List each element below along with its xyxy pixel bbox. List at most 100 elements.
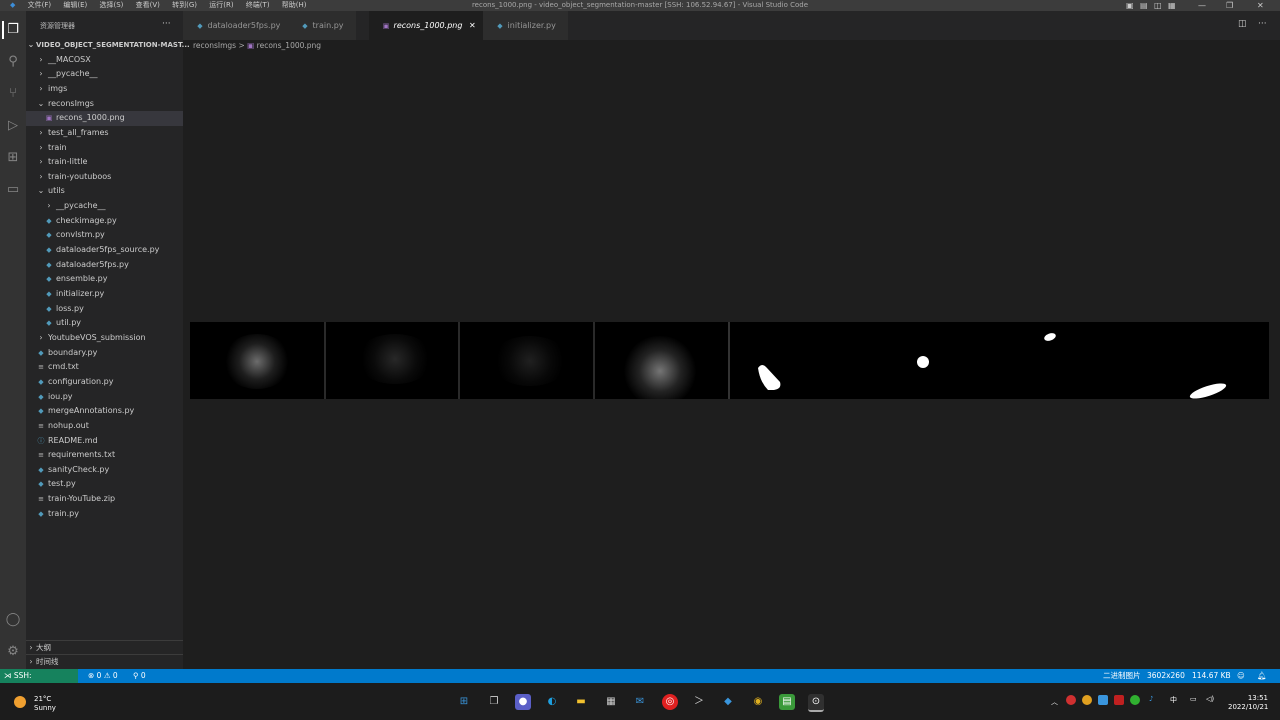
microphone-icon[interactable]: ♪ <box>1149 695 1153 703</box>
clock[interactable]: 13:51 2022/10/21 <box>1228 694 1268 712</box>
image-preview[interactable] <box>190 322 1269 399</box>
panel-toggle-icon[interactable]: ▤ <box>1140 0 1148 11</box>
tree-item[interactable]: › test_all_frames <box>26 126 183 141</box>
tab-initializer[interactable]: ◆ initializer.py <box>483 11 569 40</box>
customize-layout-icon[interactable]: ▦ <box>1168 0 1176 11</box>
tree-item[interactable]: ◆ initializer.py <box>26 287 183 302</box>
more-actions-icon[interactable]: ··· <box>1258 19 1267 29</box>
tree-item[interactable]: ◆ sanityCheck.py <box>26 463 183 478</box>
ime-indicator[interactable]: 中 <box>1170 695 1177 705</box>
tree-item[interactable]: › train-youtuboos <box>26 170 183 185</box>
tree-item[interactable]: ◆ dataloader5fps.py <box>26 258 183 273</box>
task-view-icon[interactable]: ❐ <box>486 694 502 710</box>
volume-icon[interactable]: ◁) <box>1206 695 1214 703</box>
tree-item[interactable]: ◆ util.py <box>26 316 183 331</box>
tree-item[interactable]: ◆ test.py <box>26 477 183 492</box>
network-icon[interactable]: ▭ <box>1190 695 1197 703</box>
tree-item-label: YoutubeVOS_submission <box>48 332 146 342</box>
breadcrumb-folder[interactable]: reconsImgs <box>193 41 236 50</box>
maximize-icon[interactable]: ❐ <box>1226 0 1233 11</box>
python-file-icon: ◆ <box>46 275 52 284</box>
minimize-icon[interactable]: — <box>1198 0 1206 11</box>
feedback-icon[interactable]: ☺ <box>1237 669 1245 683</box>
workspace-root[interactable]: ⌄ VIDEO_OBJECT_SEGMENTATION-MAST... <box>26 38 190 53</box>
teams-chat-icon[interactable]: ● <box>515 694 531 710</box>
tree-item[interactable]: ◆ ensemble.py <box>26 272 183 287</box>
recorder-app-icon[interactable]: ⊙ <box>808 694 824 712</box>
tree-item[interactable]: ◆ mergeAnnotations.py <box>26 404 183 419</box>
tab-dataloader5fps[interactable]: ◆ dataloader5fps.py <box>183 11 294 40</box>
tree-item[interactable]: ◆ checkimage.py <box>26 214 183 229</box>
tree-item[interactable]: ≡ nohup.out <box>26 419 183 434</box>
account-icon[interactable]: ◯ <box>4 611 22 629</box>
tree-item[interactable]: › YoutubeVOS_submission <box>26 331 183 346</box>
start-menu-icon[interactable]: ⊞ <box>456 694 472 710</box>
terminal-icon[interactable]: ＞ <box>691 694 707 710</box>
run-debug-icon[interactable]: ▷ <box>4 117 22 135</box>
netease-music-icon[interactable]: ◎ <box>662 694 678 710</box>
tree-item[interactable]: › train <box>26 141 183 156</box>
vscode-taskbar-icon[interactable]: ◆ <box>720 694 736 710</box>
problems-indicator[interactable]: ⊗ 0 ⚠ 0 <box>88 669 118 683</box>
notepad-icon[interactable]: ▤ <box>779 694 795 710</box>
search-icon[interactable]: ⚲ <box>4 53 22 71</box>
extensions-icon[interactable]: ⊞ <box>4 149 22 167</box>
tree-item[interactable]: ▣ recons_1000.png <box>26 111 183 126</box>
remote-explorer-icon[interactable]: ▭ <box>4 181 22 199</box>
explorer-icon[interactable]: ❐ <box>2 21 22 39</box>
ports-indicator[interactable]: ⚲ 0 <box>133 669 146 683</box>
tree-item[interactable]: ≡ cmd.txt <box>26 360 183 375</box>
source-control-icon[interactable]: ⑂ <box>4 85 22 103</box>
tree-item[interactable]: ⓘ README.md <box>26 434 183 449</box>
settings-gear-icon[interactable]: ⚙ <box>4 643 22 661</box>
close-window-icon[interactable]: ✕ <box>1257 0 1264 11</box>
python-file-icon: ◆ <box>38 509 44 518</box>
tab-recons-1000[interactable]: ▣ recons_1000.png ✕ <box>369 11 489 40</box>
tray-app-icon[interactable] <box>1114 695 1124 705</box>
file-explorer-icon[interactable]: ▬ <box>573 694 589 710</box>
tray-chrome-icon[interactable] <box>1082 695 1092 705</box>
tree-item[interactable]: ◆ iou.py <box>26 390 183 405</box>
tree-item[interactable]: ◆ train.py <box>26 507 183 522</box>
outline-section[interactable]: › 大纲 <box>26 640 183 655</box>
python-file-icon: ◆ <box>197 22 203 30</box>
tree-item-label: test.py <box>48 479 76 489</box>
store-icon[interactable]: ▦ <box>603 694 619 710</box>
tree-item[interactable]: ◆ loss.py <box>26 302 183 317</box>
tree-item[interactable]: › __pycache__ <box>26 67 183 82</box>
tab-train[interactable]: ◆ train.py <box>288 11 357 40</box>
tree-item[interactable]: › __MACOSX <box>26 53 183 68</box>
split-editor-icon[interactable]: ◫ <box>1238 19 1247 29</box>
mail-icon[interactable]: ✉ <box>632 694 648 710</box>
tree-item[interactable]: ◆ convlstm.py <box>26 228 183 243</box>
tree-item-label: dataloader5fps_source.py <box>56 245 160 255</box>
timeline-section[interactable]: › 时间线 <box>26 654 183 669</box>
layout-toggle-icon[interactable]: ▣ <box>1126 0 1134 11</box>
tree-item[interactable]: ◆ configuration.py <box>26 375 183 390</box>
wechat-icon[interactable] <box>1130 695 1140 705</box>
tree-item[interactable]: › imgs <box>26 82 183 97</box>
tree-item[interactable]: ≡ train-YouTube.zip <box>26 492 183 507</box>
close-tab-icon[interactable]: ✕ <box>469 21 476 30</box>
tree-item-label: train.py <box>48 508 79 518</box>
image-dimensions[interactable]: 3602x260 <box>1147 669 1185 683</box>
edge-browser-icon[interactable]: ◐ <box>544 694 560 710</box>
tree-item[interactable]: › __pycache__ <box>26 199 183 214</box>
tray-app-icon[interactable] <box>1066 695 1076 705</box>
tree-item[interactable]: ◆ boundary.py <box>26 346 183 361</box>
tree-item[interactable]: ◆ dataloader5fps_source.py <box>26 243 183 258</box>
notifications-bell-icon[interactable]: 🔔︎ <box>1257 669 1267 683</box>
tree-item[interactable]: ⌄ reconsImgs <box>26 97 183 112</box>
tray-app-icon[interactable] <box>1098 695 1108 705</box>
remote-indicator[interactable]: ⋊ SSH: 106.52.94.67 <box>0 669 78 694</box>
tree-item[interactable]: ≡ requirements.txt <box>26 448 183 463</box>
sidebar-toggle-icon[interactable]: ◫ <box>1154 0 1162 11</box>
weather-widget[interactable]: 21°C Sunny <box>34 695 56 713</box>
more-actions-icon[interactable]: ··· <box>162 19 171 29</box>
chrome-icon[interactable]: ◉ <box>750 694 766 710</box>
tree-item[interactable]: ⌄ utils <box>26 184 183 199</box>
show-hidden-icons-icon[interactable]: ︿ <box>1051 697 1058 707</box>
tree-item[interactable]: › train-little <box>26 155 183 170</box>
breadcrumb-file[interactable]: recons_1000.png <box>257 41 321 50</box>
tree-item-label: recons_1000.png <box>56 113 125 123</box>
